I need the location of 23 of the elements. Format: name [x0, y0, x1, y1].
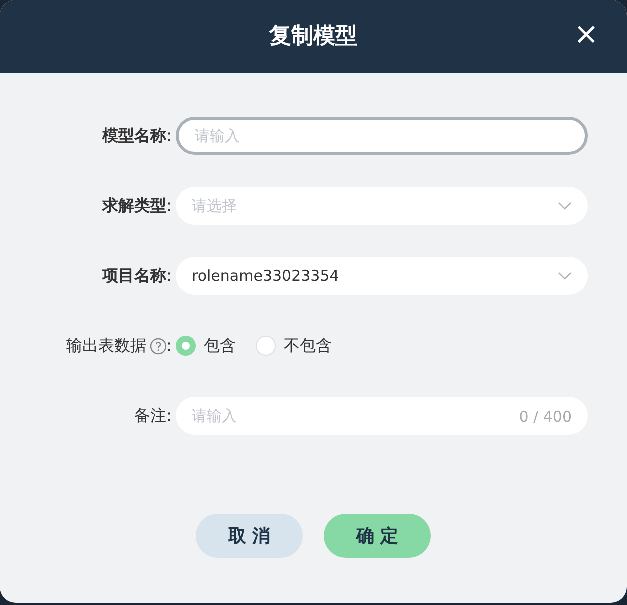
field-label: 备注 — [134, 405, 167, 427]
cancel-button[interactable]: 取 消 — [196, 514, 303, 558]
label-colon: : — [166, 125, 172, 147]
chevron-down-icon — [558, 202, 572, 210]
select-placeholder: 请选择 — [192, 196, 238, 217]
character-counter: 0 / 400 — [519, 407, 572, 428]
select-value: rolename33023354 — [192, 266, 340, 287]
label-colon: : — [166, 405, 172, 427]
radio-option[interactable]: 不包含 — [256, 334, 332, 358]
label-colon: : — [166, 195, 172, 217]
confirm-button[interactable]: 确 定 — [324, 514, 431, 558]
label-colon: : — [166, 335, 172, 357]
close-button[interactable]: × — [574, 20, 599, 50]
field-label: 输出表数据 — [66, 335, 147, 357]
field-label: 求解类型 — [102, 195, 167, 217]
label-colon: : — [166, 265, 172, 287]
radio-option[interactable]: 包含 — [176, 334, 236, 358]
select-field[interactable]: rolename33023354 — [176, 257, 588, 295]
chevron-down-icon — [558, 272, 572, 280]
field-label: 模型名称 — [102, 125, 167, 147]
text-field[interactable]: 请输入 — [176, 117, 588, 155]
field-label: 项目名称 — [102, 265, 167, 287]
dialog-title: 复制模型 — [270, 23, 358, 51]
